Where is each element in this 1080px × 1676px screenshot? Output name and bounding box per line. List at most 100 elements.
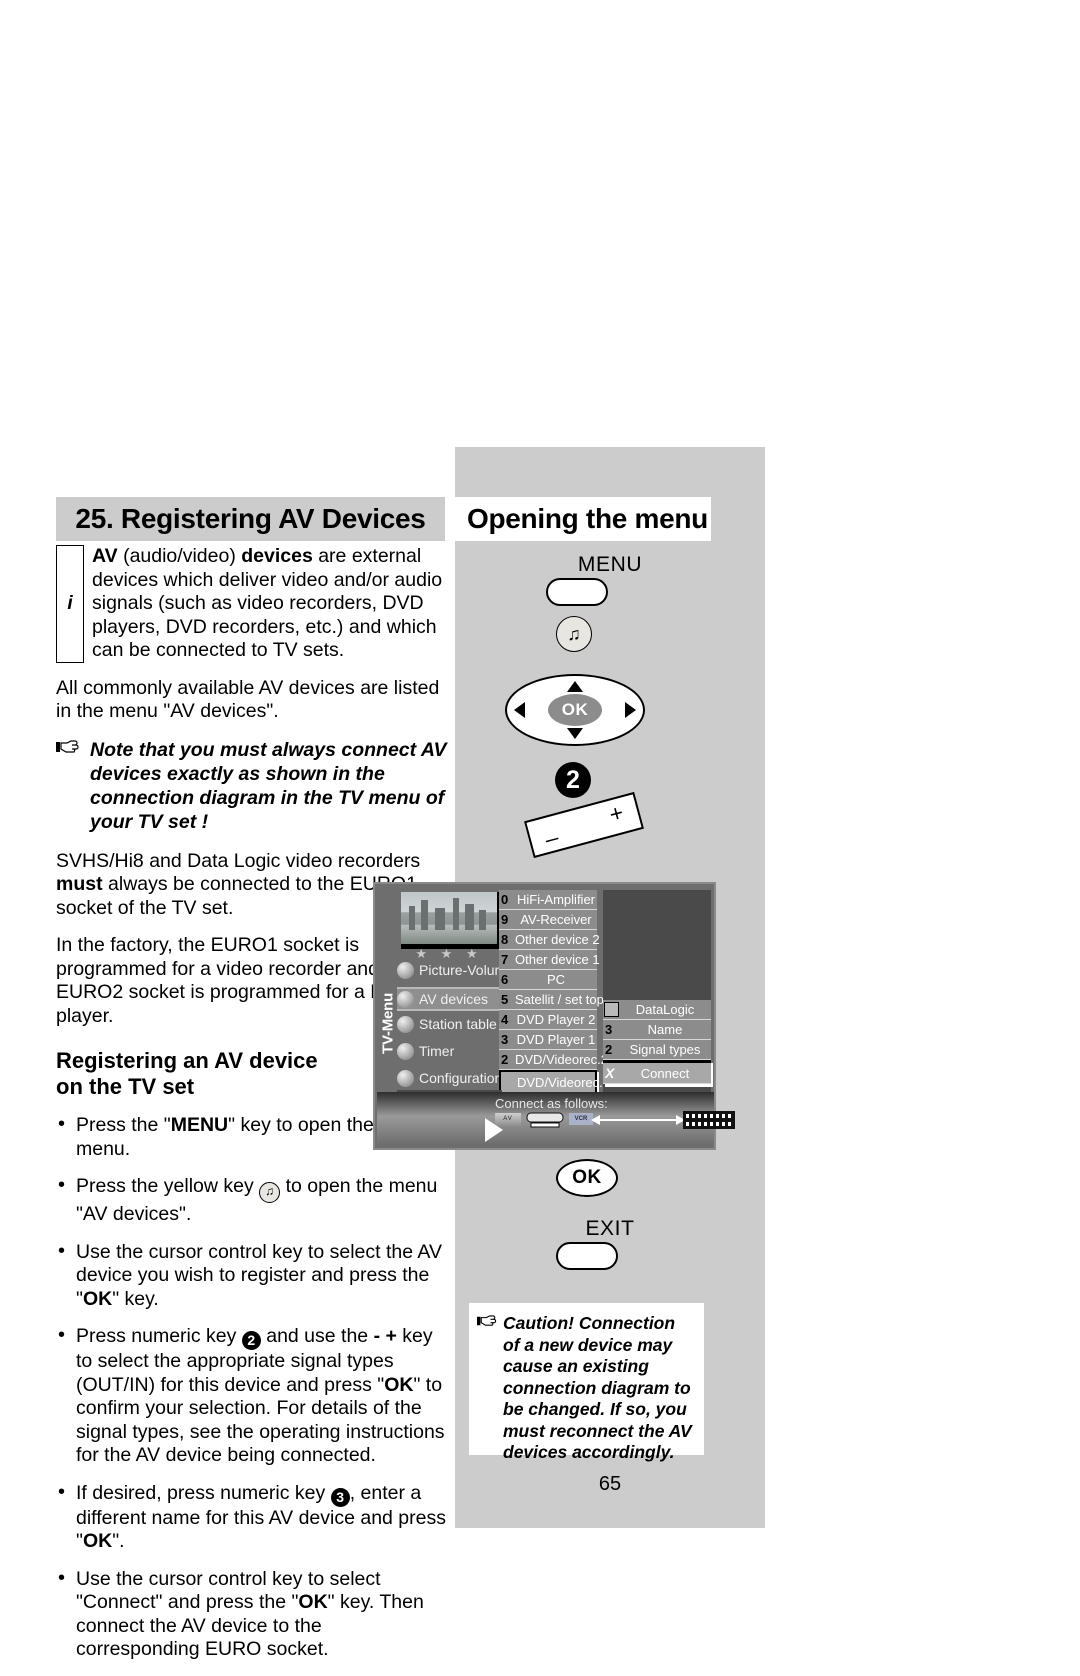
tv-device-row[interactable]: 4 DVD Player 2 [499, 1010, 597, 1030]
tv-menu-item-label: Station table [419, 1016, 497, 1032]
tv-device-row[interactable]: 0 HiFi-Amplifier [499, 890, 597, 910]
euro-socket-icon [683, 1111, 735, 1129]
caution-text: Caution! Connection of a new device may … [503, 1313, 692, 1462]
tv-menu-item-picture-volume[interactable]: Picture-Volume [397, 960, 514, 980]
tv-menu-item-av-devices[interactable]: AV devices [397, 987, 507, 1011]
device-name: Satellit / set top [515, 992, 604, 1007]
paragraph-2-b: always be connected to the EURO1 socket … [56, 873, 417, 919]
tv-option-row[interactable]: 2 Signal types [603, 1040, 711, 1060]
step-text: ". [112, 1530, 125, 1552]
subheading-line-1: Registering an AV device [56, 1048, 318, 1073]
cursor-right-icon[interactable] [625, 702, 636, 718]
info-text-bold-devices: devices [241, 545, 313, 567]
tv-device-row[interactable]: 3 DVD Player 1 [499, 1030, 597, 1050]
info-text-part1: (audio/video) [117, 545, 242, 567]
tv-device-row[interactable]: 6 PC [499, 970, 597, 990]
device-number: 4 [501, 1012, 509, 1027]
ok-button[interactable]: OK [556, 1159, 618, 1197]
menu-bullet-icon [397, 1069, 414, 1087]
cursor-left-icon[interactable] [514, 702, 525, 718]
paragraph-2-bold: must [56, 873, 103, 895]
option-name: DataLogic [635, 1002, 695, 1017]
emphasis-text: OK [384, 1373, 414, 1396]
step-item: Use the cursor control key to select "Co… [56, 1567, 448, 1662]
menu-bullet-icon [397, 1042, 414, 1060]
tv-menu-item-configuration[interactable]: Configuration [397, 1068, 502, 1088]
cursor-up-icon[interactable] [567, 681, 583, 692]
tv-menu-item-label: Configuration [419, 1070, 503, 1086]
menu-bullet-icon [397, 961, 414, 979]
tv-preview-image [401, 892, 502, 949]
device-name: HiFi-Amplifier [517, 892, 595, 907]
device-number: 0 [501, 892, 509, 907]
info-icon: i [56, 545, 84, 663]
volume-plus-label: + [606, 798, 627, 828]
device-name: AV-Receiver [520, 912, 592, 927]
emphasis-text: MENU [170, 1114, 229, 1136]
tv-device-row[interactable]: 2 DVD/Videorec.2 [499, 1050, 608, 1070]
vcr-label-icon: VCR [569, 1113, 593, 1125]
tv-device-row[interactable]: 8 Other device 2 [499, 930, 600, 950]
tv-option-row[interactable]: X Connect [603, 1060, 711, 1084]
paragraph-1: All commonly available AV devices are li… [56, 676, 440, 723]
tv-device-row[interactable]: 9 AV-Receiver [499, 910, 597, 930]
device-number: 3 [501, 1032, 509, 1047]
tv-device-row[interactable]: 7 Other device 1 [499, 950, 600, 970]
numeric-key-2-callout: 2 [555, 762, 591, 798]
info-note-text: AV (audio/video) devices are external de… [92, 545, 448, 663]
device-number: 7 [501, 952, 509, 967]
exit-button[interactable] [556, 1242, 618, 1270]
device-name: Other device 2 [515, 932, 600, 947]
tv-device-row[interactable]: 5 Satellit / set top [499, 990, 604, 1010]
device-number: 5 [501, 992, 509, 1007]
tv-connection-strip: Connect as follows: AV VCR [377, 1092, 735, 1146]
cursor-control-pad[interactable]: OK [505, 674, 645, 746]
option-number: 2 [605, 1042, 613, 1057]
step-item: Press the yellow key ♫ to open the menu … [56, 1174, 448, 1227]
tv-menu-item-station-table[interactable]: Station table [397, 1014, 497, 1034]
device-number: 9 [501, 912, 509, 927]
device-name: DVD Player 1 [516, 1032, 596, 1047]
device-number: 6 [501, 972, 509, 987]
menu-bullet-icon [397, 1015, 414, 1033]
tv-menu-vertical-label: TV-Menu [379, 992, 397, 1054]
tv-detail-options-list: DataLogic 3 Name 2 Signal types X Connect [603, 1000, 711, 1084]
cursor-down-icon[interactable] [567, 728, 583, 739]
option-name: Signal types [629, 1042, 701, 1057]
emphasis-text: OK [298, 1591, 328, 1613]
yellow-key-icon: ♫ [259, 1182, 281, 1203]
option-number: 3 [605, 1022, 613, 1037]
menu-key-label: MENU [577, 553, 643, 576]
tv-set-icon [526, 1112, 564, 1128]
cursor-ok-button[interactable]: OK [548, 694, 602, 726]
connect-x-icon: X [605, 1065, 615, 1081]
datalogic-checkbox-icon[interactable] [604, 1002, 619, 1017]
yellow-music-key-button[interactable]: ♫ [556, 616, 592, 652]
connection-diagram: AV VCR [495, 1111, 735, 1134]
device-name: DVD/Videorec.1 [517, 1075, 610, 1090]
device-name: PC [546, 972, 566, 987]
tv-menu-item-label: Timer [419, 1043, 455, 1059]
music-note-icon: ♫ [567, 623, 581, 644]
menu-button[interactable] [546, 578, 608, 606]
note-callout: Note that you must always connect AV dev… [56, 738, 448, 834]
pointing-hand-icon [56, 738, 90, 834]
tv-option-row[interactable]: 3 Name [603, 1020, 711, 1040]
page-title-right: Opening the menu [455, 497, 711, 541]
step-text: Press the yellow key [76, 1175, 260, 1197]
subheading-line-2: on the TV set [56, 1074, 195, 1099]
caution-pointing-hand-icon [477, 1313, 503, 1445]
tv-menu-item-timer[interactable]: Timer [397, 1041, 454, 1061]
numeric-key-badge: 2 [241, 1331, 261, 1350]
tv-menu-item-label: AV devices [419, 991, 488, 1007]
paragraph-2-a: SVHS/Hi8 and Data Logic video recorders [56, 849, 421, 872]
step-item: If desired, press numeric key 3, enter a… [56, 1481, 448, 1554]
tv-option-row[interactable]: DataLogic [603, 1000, 711, 1020]
step-item: Press numeric key 2 and use the - + key … [56, 1324, 448, 1468]
connect-as-follows-label: Connect as follows: [495, 1096, 608, 1111]
play-triangle-icon [485, 1118, 503, 1142]
device-number: 2 [501, 1052, 509, 1067]
caution-box: Caution! Connection of a new device may … [469, 1303, 704, 1462]
step-item: Use the cursor control key to select the… [56, 1240, 448, 1312]
page-title-left: 25. Registering AV Devices [56, 497, 445, 541]
